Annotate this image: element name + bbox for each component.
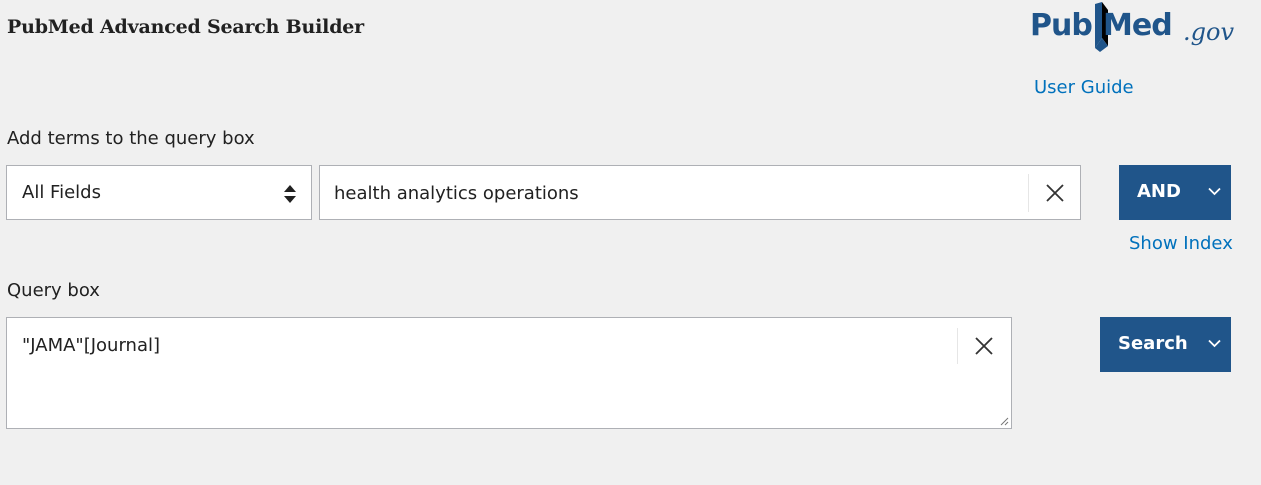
clear-query-button[interactable]	[957, 328, 1009, 364]
user-guide-link[interactable]: User Guide	[1034, 77, 1134, 98]
field-select-value: All Fields	[22, 182, 101, 203]
pubmed-logo[interactable]: Pub Med .gov	[1030, 2, 1235, 54]
search-term-field[interactable]	[319, 165, 1081, 220]
show-index-link[interactable]: Show Index	[1129, 233, 1233, 254]
sort-arrows-icon	[284, 185, 296, 203]
close-icon	[974, 337, 993, 355]
logo-pub-text: Pub	[1030, 8, 1093, 43]
chevron-down-icon[interactable]	[1208, 187, 1221, 196]
query-box-label: Query box	[7, 280, 100, 301]
clear-term-button[interactable]	[1028, 174, 1080, 212]
close-icon	[1045, 184, 1064, 202]
search-term-input[interactable]	[334, 180, 1014, 206]
page-title: PubMed Advanced Search Builder	[7, 16, 364, 38]
query-box[interactable]: "JAMA"[Journal]	[6, 317, 1012, 429]
chevron-down-icon[interactable]	[1208, 339, 1221, 348]
add-with-and-button[interactable]: AND	[1119, 165, 1231, 220]
and-button-label: AND	[1137, 181, 1181, 202]
add-terms-label: Add terms to the query box	[7, 128, 255, 149]
logo-med-text: Med	[1103, 8, 1173, 43]
field-select[interactable]: All Fields	[6, 165, 312, 220]
resize-grip-icon[interactable]	[999, 416, 1009, 426]
search-button-label: Search	[1118, 333, 1188, 354]
logo-gov-text: .gov	[1183, 18, 1234, 46]
query-box-text[interactable]: "JAMA"[Journal]	[22, 335, 160, 356]
search-button[interactable]: Search	[1100, 317, 1231, 372]
